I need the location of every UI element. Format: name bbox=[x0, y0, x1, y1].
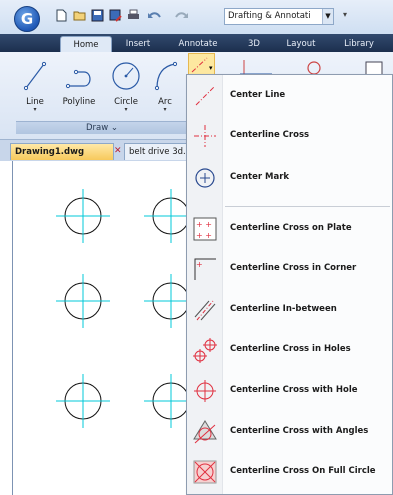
undo-icon[interactable] bbox=[146, 9, 166, 22]
save-as-icon[interactable] bbox=[109, 9, 122, 22]
drawing-geometry bbox=[56, 189, 187, 428]
line-tool-button[interactable]: Line ▾ bbox=[20, 58, 50, 113]
center-line-icon: ▾ bbox=[191, 57, 213, 73]
centerline-menu: Center Line Centerline Cross Center Mark + … bbox=[186, 74, 393, 495]
menu-item-label: Centerline Cross with Hole bbox=[230, 385, 358, 395]
menu-item-label: Center Line bbox=[230, 90, 286, 100]
menu-item-label: Center Mark bbox=[230, 172, 290, 182]
menu-item-centerline-in-between[interactable]: Centerline In-between bbox=[187, 289, 392, 329]
dropdown-arrow-icon: ▾ bbox=[33, 106, 37, 113]
svg-text:+ +: + + bbox=[196, 231, 212, 240]
centerline-cross-full-circle-icon bbox=[193, 460, 217, 484]
circle-with-centerline[interactable] bbox=[56, 189, 110, 243]
arc-icon bbox=[154, 61, 178, 91]
tab-belt-drive[interactable]: belt drive 3d. bbox=[124, 143, 188, 160]
polyline-icon bbox=[65, 69, 91, 89]
menu-item-label: Centerline Cross in Holes bbox=[230, 344, 351, 354]
close-icon[interactable]: ✕ bbox=[114, 146, 122, 156]
polyline-tool-label: Polyline bbox=[62, 97, 96, 107]
circle-with-centerline[interactable] bbox=[144, 189, 187, 243]
circle-with-centerline[interactable] bbox=[56, 274, 110, 328]
menu-item-label: Centerline Cross in Corner bbox=[230, 263, 357, 273]
dropdown-arrow-icon: ▾ bbox=[124, 106, 128, 113]
tab-drawing1[interactable]: Drawing1.dwg bbox=[10, 143, 114, 160]
menu-separator bbox=[225, 206, 390, 207]
tab-home[interactable]: Home bbox=[60, 36, 112, 52]
menu-item-label: Centerline Cross on Plate bbox=[230, 223, 352, 233]
centerline-cross-holes-icon bbox=[193, 338, 217, 363]
menu-item-label: Centerline Cross bbox=[230, 130, 310, 140]
menu-item-centerline-cross-full-circle[interactable]: Centerline Cross On Full Circle bbox=[187, 451, 392, 491]
polyline-tool-button[interactable]: Polyline bbox=[58, 58, 100, 107]
arc-tool-button[interactable]: Arc ▾ bbox=[150, 58, 180, 113]
workspace-select[interactable]: Drafting & Annotati bbox=[224, 8, 334, 25]
centerline-cross-icon bbox=[194, 125, 216, 147]
menu-item-centerline-cross-holes[interactable]: Centerline Cross in Holes bbox=[187, 329, 392, 369]
print-icon[interactable] bbox=[127, 9, 140, 22]
menu-item-label: Centerline Cross with Angles bbox=[230, 426, 369, 436]
tab-layout[interactable]: Layout bbox=[278, 36, 324, 52]
svg-text:+ +: + + bbox=[196, 220, 212, 229]
svg-text:+: + bbox=[196, 260, 203, 269]
circle-icon bbox=[112, 62, 140, 90]
menu-item-label: Centerline Cross On Full Circle bbox=[230, 466, 376, 476]
line-icon bbox=[23, 61, 47, 91]
centerline-cross-corner-icon: + bbox=[194, 258, 216, 280]
tab-3d[interactable]: 3D bbox=[240, 36, 268, 52]
circle-with-centerline[interactable] bbox=[56, 374, 110, 428]
circle-tool-button[interactable]: Circle ▾ bbox=[108, 58, 144, 113]
centerline-cross-plate-icon: + + + + bbox=[193, 217, 217, 241]
centerline-cross-with-hole-icon bbox=[194, 380, 216, 402]
tab-annotate[interactable]: Annotate bbox=[170, 36, 226, 52]
circle-with-centerline[interactable] bbox=[144, 374, 187, 428]
gcad-logo-icon[interactable]: G bbox=[14, 6, 40, 32]
center-line-icon bbox=[195, 86, 215, 106]
centerline-cross-angles-icon bbox=[193, 420, 217, 444]
qat-customize-icon[interactable]: ▾ bbox=[343, 10, 347, 19]
centerline-dropdown-button[interactable]: ▾ bbox=[188, 53, 215, 75]
menu-item-center-line[interactable]: Center Line bbox=[187, 75, 392, 115]
quick-access-toolbar: G Drafting & Annotati ▼ ▾ bbox=[0, 0, 393, 34]
menu-item-centerline-cross[interactable]: Centerline Cross bbox=[187, 115, 392, 155]
svg-text:▾: ▾ bbox=[209, 64, 213, 72]
tab-insert[interactable]: Insert bbox=[116, 36, 160, 52]
new-file-icon[interactable] bbox=[55, 9, 68, 22]
ribbon-tabs: Home Insert Annotate 3D Layout Library bbox=[0, 34, 393, 52]
circle-with-centerline[interactable] bbox=[144, 274, 187, 328]
draw-group-label[interactable]: Draw ⌄ bbox=[16, 121, 188, 134]
workspace-dropdown-arrow-icon[interactable]: ▼ bbox=[322, 9, 333, 24]
menu-item-centerline-cross-angles[interactable]: Centerline Cross with Angles bbox=[187, 411, 392, 451]
redo-icon[interactable] bbox=[172, 9, 190, 22]
menu-item-centerline-cross-with-hole[interactable]: Centerline Cross with Hole bbox=[187, 370, 392, 410]
tab-library[interactable]: Library bbox=[336, 36, 382, 52]
center-mark-icon bbox=[195, 168, 215, 188]
centerline-in-between-icon bbox=[194, 300, 216, 321]
open-folder-icon[interactable] bbox=[73, 9, 86, 22]
menu-item-centerline-cross-plate[interactable]: + + + + Centerline Cross on Plate bbox=[187, 208, 392, 248]
menu-item-label: Centerline In-between bbox=[230, 304, 337, 314]
menu-item-center-mark[interactable]: Center Mark bbox=[187, 157, 392, 197]
save-icon[interactable] bbox=[91, 9, 104, 22]
dropdown-arrow-icon: ▾ bbox=[163, 106, 167, 113]
menu-item-centerline-cross-corner[interactable]: + Centerline Cross in Corner bbox=[187, 248, 392, 288]
